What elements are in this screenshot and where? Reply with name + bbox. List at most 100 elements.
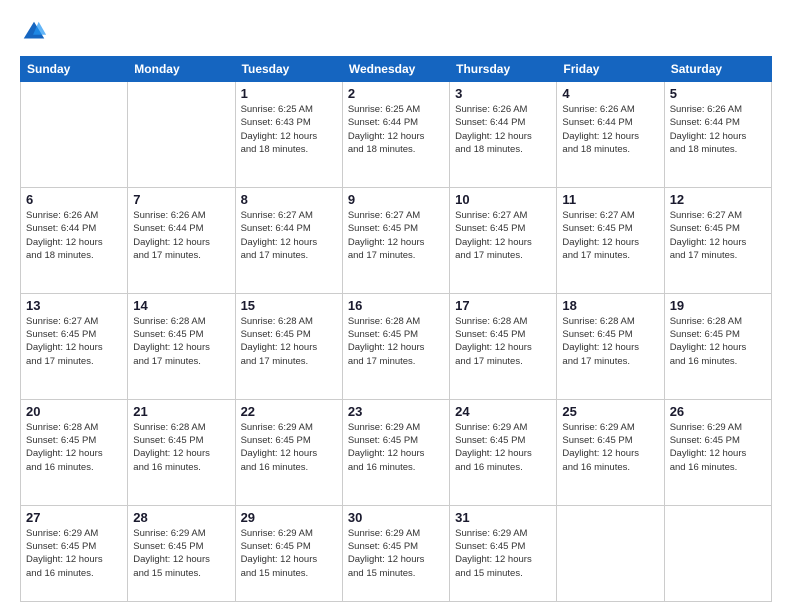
day-info: Sunrise: 6:29 AM Sunset: 6:45 PM Dayligh… bbox=[455, 421, 551, 474]
day-info: Sunrise: 6:29 AM Sunset: 6:45 PM Dayligh… bbox=[241, 421, 337, 474]
day-info: Sunrise: 6:28 AM Sunset: 6:45 PM Dayligh… bbox=[133, 421, 229, 474]
weekday-header-sunday: Sunday bbox=[21, 57, 128, 82]
calendar-table: SundayMondayTuesdayWednesdayThursdayFrid… bbox=[20, 56, 772, 602]
calendar-cell: 14Sunrise: 6:28 AM Sunset: 6:45 PM Dayli… bbox=[128, 293, 235, 399]
calendar-cell: 5 Sunrise: 6:26 AM Sunset: 6:44 PM Daylig… bbox=[664, 82, 771, 188]
page: SundayMondayTuesdayWednesdayThursdayFrid… bbox=[0, 0, 792, 612]
day-number: 5 bbox=[670, 86, 766, 101]
header bbox=[20, 18, 772, 46]
day-number: 25 bbox=[562, 404, 658, 419]
day-number: 17 bbox=[455, 298, 551, 313]
calendar-cell: 20 Sunrise: 6:28 AM Sunset: 6:45 PM Dayli… bbox=[21, 399, 128, 505]
day-info: Sunrise: 6:28 AM Sunset: 6:45 PM Dayligh… bbox=[26, 421, 122, 474]
day-info: Sunrise: 6:26 AM Sunset: 6:44 PM Dayligh… bbox=[562, 103, 658, 156]
day-info: Sunrise: 6:27 AM Sunset: 6:45 PM Dayligh… bbox=[455, 209, 551, 262]
day-number: 6 bbox=[26, 192, 122, 207]
day-info: Sunrise: 6:28 AM Sunset: 6:45 PM Dayligh… bbox=[562, 315, 658, 368]
day-number: 20 bbox=[26, 404, 122, 419]
calendar-cell: 22 Sunrise: 6:29 AM Sunset: 6:45 PM Dayli… bbox=[235, 399, 342, 505]
day-info: Sunrise: 6:29 AM Sunset: 6:45 PM Dayligh… bbox=[133, 527, 229, 580]
day-info: Sunrise: 6:27 AM Sunset: 6:45 PM Dayligh… bbox=[26, 315, 122, 368]
day-info: Sunrise: 6:29 AM Sunset: 6:45 PM Dayligh… bbox=[241, 527, 337, 580]
day-number: 21 bbox=[133, 404, 229, 419]
day-info: Sunrise: 6:28 AM Sunset: 6:45 PM Dayligh… bbox=[670, 315, 766, 368]
calendar-week-3: 13 Sunrise: 6:27 AM Sunset: 6:45 PM Dayli… bbox=[21, 293, 772, 399]
logo bbox=[20, 18, 52, 46]
day-info: Sunrise: 6:29 AM Sunset: 6:45 PM Dayligh… bbox=[455, 527, 551, 580]
day-info: Sunrise: 6:26 AM Sunset: 6:44 PM Dayligh… bbox=[670, 103, 766, 156]
weekday-header-wednesday: Wednesday bbox=[342, 57, 449, 82]
calendar-cell: 1 Sunrise: 6:25 AM Sunset: 6:43 PM Daylig… bbox=[235, 82, 342, 188]
calendar-cell: 28 Sunrise: 6:29 AM Sunset: 6:45 PM Dayli… bbox=[128, 505, 235, 601]
calendar-cell: 30 Sunrise: 6:29 AM Sunset: 6:45 PM Dayli… bbox=[342, 505, 449, 601]
weekday-header-monday: Monday bbox=[128, 57, 235, 82]
day-number: 7 bbox=[133, 192, 229, 207]
day-number: 9 bbox=[348, 192, 444, 207]
calendar-cell: 8 Sunrise: 6:27 AM Sunset: 6:44 PM Daylig… bbox=[235, 187, 342, 293]
calendar-cell: 6 Sunrise: 6:26 AM Sunset: 6:44 PM Daylig… bbox=[21, 187, 128, 293]
day-number: 8 bbox=[241, 192, 337, 207]
day-info: Sunrise: 6:27 AM Sunset: 6:45 PM Dayligh… bbox=[348, 209, 444, 262]
calendar-cell: 25 Sunrise: 6:29 AM Sunset: 6:45 PM Dayli… bbox=[557, 399, 664, 505]
day-number: 28 bbox=[133, 510, 229, 525]
calendar-cell: 18 Sunrise: 6:28 AM Sunset: 6:45 PM Dayli… bbox=[557, 293, 664, 399]
calendar-cell: 15 Sunrise: 6:28 AM Sunset: 6:45 PM Dayli… bbox=[235, 293, 342, 399]
calendar-cell bbox=[557, 505, 664, 601]
day-number: 19 bbox=[670, 298, 766, 313]
day-info: Sunrise: 6:29 AM Sunset: 6:45 PM Dayligh… bbox=[562, 421, 658, 474]
calendar-cell: 26 Sunrise: 6:29 AM Sunset: 6:45 PM Dayli… bbox=[664, 399, 771, 505]
day-number: 29 bbox=[241, 510, 337, 525]
calendar-cell: 4 Sunrise: 6:26 AM Sunset: 6:44 PM Daylig… bbox=[557, 82, 664, 188]
day-number: 2 bbox=[348, 86, 444, 101]
day-number: 11 bbox=[562, 192, 658, 207]
day-info: Sunrise: 6:25 AM Sunset: 6:43 PM Dayligh… bbox=[241, 103, 337, 156]
calendar-cell: 16Sunrise: 6:28 AM Sunset: 6:45 PM Dayli… bbox=[342, 293, 449, 399]
calendar-cell: 3Sunrise: 6:26 AM Sunset: 6:44 PM Daylig… bbox=[450, 82, 557, 188]
calendar-cell bbox=[21, 82, 128, 188]
day-number: 15 bbox=[241, 298, 337, 313]
calendar-cell: 9 Sunrise: 6:27 AM Sunset: 6:45 PM Daylig… bbox=[342, 187, 449, 293]
day-number: 24 bbox=[455, 404, 551, 419]
day-number: 13 bbox=[26, 298, 122, 313]
calendar-cell: 10Sunrise: 6:27 AM Sunset: 6:45 PM Dayli… bbox=[450, 187, 557, 293]
calendar-cell: 2Sunrise: 6:25 AM Sunset: 6:44 PM Daylig… bbox=[342, 82, 449, 188]
weekday-header-saturday: Saturday bbox=[664, 57, 771, 82]
calendar-cell: 23 Sunrise: 6:29 AM Sunset: 6:45 PM Dayli… bbox=[342, 399, 449, 505]
day-number: 1 bbox=[241, 86, 337, 101]
day-info: Sunrise: 6:29 AM Sunset: 6:45 PM Dayligh… bbox=[26, 527, 122, 580]
day-info: Sunrise: 6:26 AM Sunset: 6:44 PM Dayligh… bbox=[133, 209, 229, 262]
day-info: Sunrise: 6:28 AM Sunset: 6:45 PM Dayligh… bbox=[241, 315, 337, 368]
day-number: 31 bbox=[455, 510, 551, 525]
logo-icon bbox=[20, 18, 48, 46]
day-info: Sunrise: 6:27 AM Sunset: 6:45 PM Dayligh… bbox=[562, 209, 658, 262]
day-number: 16 bbox=[348, 298, 444, 313]
day-number: 12 bbox=[670, 192, 766, 207]
day-number: 18 bbox=[562, 298, 658, 313]
day-info: Sunrise: 6:29 AM Sunset: 6:45 PM Dayligh… bbox=[348, 421, 444, 474]
calendar-week-1: 1 Sunrise: 6:25 AM Sunset: 6:43 PM Daylig… bbox=[21, 82, 772, 188]
calendar-week-5: 27Sunrise: 6:29 AM Sunset: 6:45 PM Dayli… bbox=[21, 505, 772, 601]
calendar-cell: 17 Sunrise: 6:28 AM Sunset: 6:45 PM Dayli… bbox=[450, 293, 557, 399]
calendar-cell: 12Sunrise: 6:27 AM Sunset: 6:45 PM Dayli… bbox=[664, 187, 771, 293]
calendar-cell: 29 Sunrise: 6:29 AM Sunset: 6:45 PM Dayli… bbox=[235, 505, 342, 601]
weekday-header-friday: Friday bbox=[557, 57, 664, 82]
day-number: 30 bbox=[348, 510, 444, 525]
calendar-cell: 21 Sunrise: 6:28 AM Sunset: 6:45 PM Dayli… bbox=[128, 399, 235, 505]
calendar-cell bbox=[664, 505, 771, 601]
day-info: Sunrise: 6:29 AM Sunset: 6:45 PM Dayligh… bbox=[670, 421, 766, 474]
day-number: 26 bbox=[670, 404, 766, 419]
day-info: Sunrise: 6:27 AM Sunset: 6:44 PM Dayligh… bbox=[241, 209, 337, 262]
day-number: 22 bbox=[241, 404, 337, 419]
day-info: Sunrise: 6:26 AM Sunset: 6:44 PM Dayligh… bbox=[455, 103, 551, 156]
day-number: 23 bbox=[348, 404, 444, 419]
weekday-header-thursday: Thursday bbox=[450, 57, 557, 82]
calendar-cell bbox=[128, 82, 235, 188]
day-info: Sunrise: 6:26 AM Sunset: 6:44 PM Dayligh… bbox=[26, 209, 122, 262]
calendar-cell: 31 Sunrise: 6:29 AM Sunset: 6:45 PM Dayli… bbox=[450, 505, 557, 601]
day-info: Sunrise: 6:28 AM Sunset: 6:45 PM Dayligh… bbox=[133, 315, 229, 368]
day-info: Sunrise: 6:29 AM Sunset: 6:45 PM Dayligh… bbox=[348, 527, 444, 580]
weekday-header-row: SundayMondayTuesdayWednesdayThursdayFrid… bbox=[21, 57, 772, 82]
day-number: 4 bbox=[562, 86, 658, 101]
day-info: Sunrise: 6:28 AM Sunset: 6:45 PM Dayligh… bbox=[455, 315, 551, 368]
calendar-cell: 27Sunrise: 6:29 AM Sunset: 6:45 PM Dayli… bbox=[21, 505, 128, 601]
